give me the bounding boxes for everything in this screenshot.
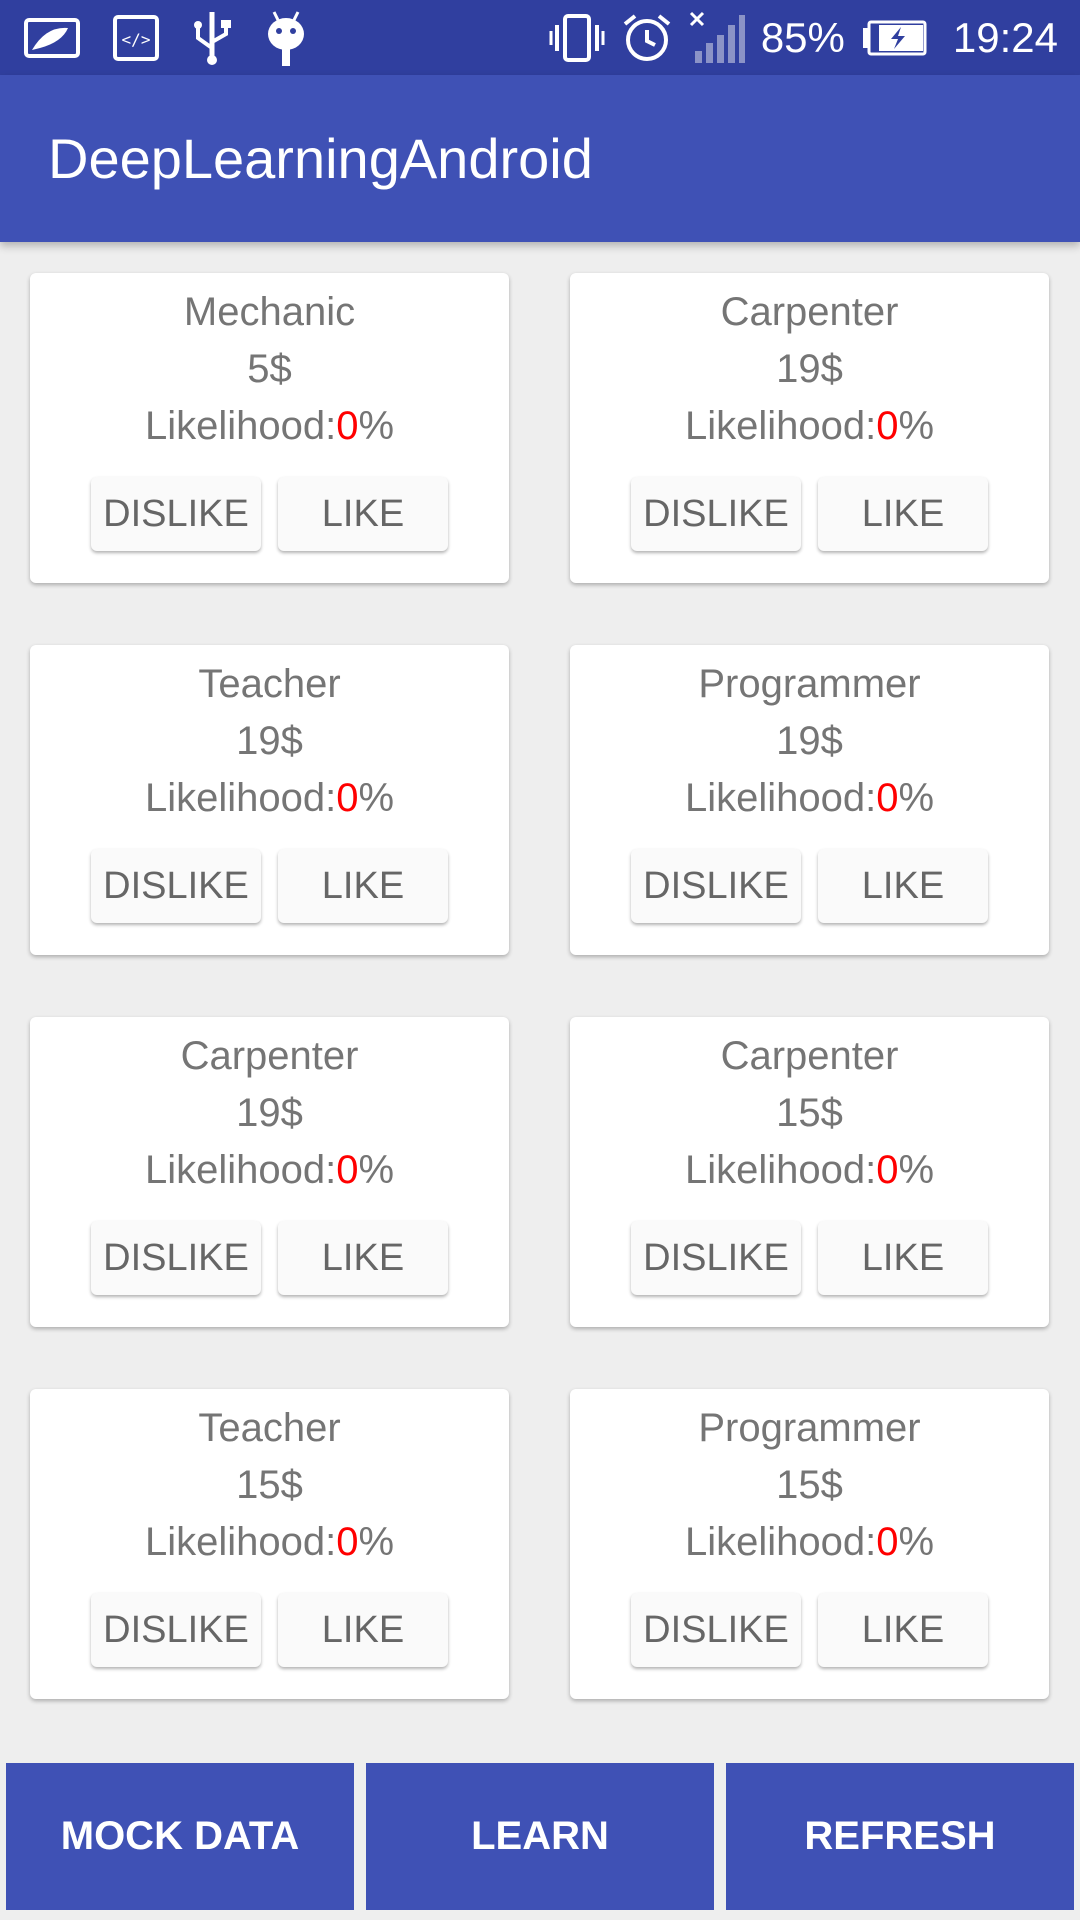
likelihood-label: Likelihood: [684,404,877,448]
job-title: Carpenter [180,1034,359,1078]
likelihood-text: Likelihood:0% [30,1517,509,1567]
likelihood-text: Likelihood:0% [570,1145,1049,1195]
job-title: Programmer [698,1406,921,1450]
likelihood-unit: % [358,404,395,448]
job-price: 19$ [236,1091,303,1135]
dislike-button[interactable]: DISLIKE [91,1221,261,1295]
usb-icon [190,10,234,66]
dislike-button[interactable]: DISLIKE [91,849,261,923]
likelihood-label: Likelihood: [144,776,337,820]
job-card: Teacher 15$ Likelihood:0% DISLIKE LIKE [30,1389,509,1699]
likelihood-value: 0 [336,1520,359,1564]
likelihood-label: Likelihood: [144,404,337,448]
likelihood-label: Likelihood: [144,1148,337,1192]
mock-data-button[interactable]: MOCK DATA [6,1763,354,1910]
dislike-button[interactable]: DISLIKE [631,1593,801,1667]
likelihood-unit: % [898,776,935,820]
job-card: Mechanic 5$ Likelihood:0% DISLIKE LIKE [30,273,509,583]
gallery-icon [22,16,82,60]
battery-charging-icon [861,20,927,56]
likelihood-value: 0 [876,1148,899,1192]
vibrate-icon [549,13,605,63]
likelihood-unit: % [358,776,395,820]
like-button[interactable]: LIKE [278,1221,448,1295]
likelihood-text: Likelihood:0% [30,1145,509,1195]
likelihood-value: 0 [876,776,899,820]
likelihood-value: 0 [876,404,899,448]
likelihood-text: Likelihood:0% [570,401,1049,451]
likelihood-label: Likelihood: [684,1520,877,1564]
job-title: Programmer [698,662,921,706]
alarm-icon [621,12,673,64]
like-button[interactable]: LIKE [818,477,988,551]
app-title: DeepLearningAndroid [48,127,593,190]
likelihood-unit: % [358,1520,395,1564]
job-title: Mechanic [183,290,356,334]
job-title: Carpenter [720,290,899,334]
app-bar: DeepLearningAndroid [0,75,1080,242]
likelihood-value: 0 [336,404,359,448]
like-button[interactable]: LIKE [278,849,448,923]
job-card-grid: Mechanic 5$ Likelihood:0% DISLIKE LIKE C… [0,242,1080,1742]
job-price: 5$ [247,347,292,391]
likelihood-value: 0 [876,1520,899,1564]
like-button[interactable]: LIKE [818,849,988,923]
android-icon [264,8,308,68]
clock: 19:24 [952,14,1058,61]
job-card: Carpenter 19$ Likelihood:0% DISLIKE LIKE [30,1017,509,1327]
likelihood-label: Likelihood: [684,1148,877,1192]
job-title: Carpenter [720,1034,899,1078]
likelihood-label: Likelihood: [144,1520,337,1564]
job-card: Programmer 19$ Likelihood:0% DISLIKE LIK… [570,645,1049,955]
job-price: 15$ [776,1091,843,1135]
likelihood-label: Likelihood: [684,776,877,820]
dislike-button[interactable]: DISLIKE [631,477,801,551]
likelihood-unit: % [898,1520,935,1564]
battery-percentage: 85% [760,14,845,61]
refresh-button[interactable]: REFRESH [726,1763,1074,1910]
like-button[interactable]: LIKE [818,1593,988,1667]
job-price: 19$ [236,719,303,763]
job-card: Carpenter 19$ Likelihood:0% DISLIKE LIKE [570,273,1049,583]
likelihood-text: Likelihood:0% [30,401,509,451]
likelihood-value: 0 [336,776,359,820]
dislike-button[interactable]: DISLIKE [631,1221,801,1295]
dislike-button[interactable]: DISLIKE [91,477,261,551]
status-bar: </> 85% 19:24 [0,0,1080,75]
learn-button[interactable]: LEARN [366,1763,714,1910]
job-price: 15$ [776,1463,843,1507]
like-button[interactable]: LIKE [278,1593,448,1667]
likelihood-value: 0 [336,1148,359,1192]
signal-icon [689,11,745,65]
like-button[interactable]: LIKE [818,1221,988,1295]
likelihood-text: Likelihood:0% [30,773,509,823]
job-price: 19$ [776,347,843,391]
job-price: 15$ [236,1463,303,1507]
svg-text:</>: </> [122,30,151,49]
dislike-button[interactable]: DISLIKE [91,1593,261,1667]
code-icon: </> [112,14,160,62]
likelihood-text: Likelihood:0% [570,773,1049,823]
dislike-button[interactable]: DISLIKE [631,849,801,923]
bottom-action-bar: MOCK DATA LEARN REFRESH [0,1763,1080,1920]
job-card: Programmer 15$ Likelihood:0% DISLIKE LIK… [570,1389,1049,1699]
likelihood-text: Likelihood:0% [570,1517,1049,1567]
job-card: Carpenter 15$ Likelihood:0% DISLIKE LIKE [570,1017,1049,1327]
job-title: Teacher [198,1406,341,1450]
job-card: Teacher 19$ Likelihood:0% DISLIKE LIKE [30,645,509,955]
likelihood-unit: % [898,404,935,448]
job-price: 19$ [776,719,843,763]
job-title: Teacher [198,662,341,706]
likelihood-unit: % [358,1148,395,1192]
like-button[interactable]: LIKE [278,477,448,551]
likelihood-unit: % [898,1148,935,1192]
